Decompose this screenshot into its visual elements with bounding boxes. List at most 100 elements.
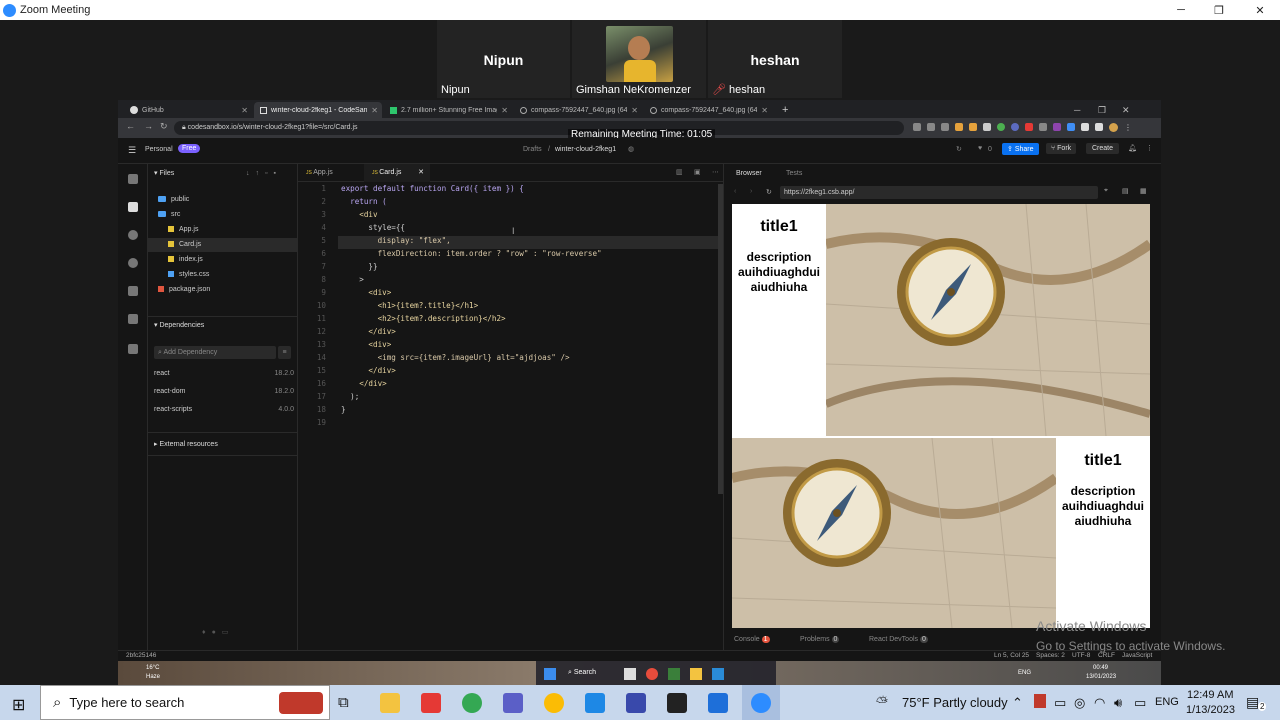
profile-avatar[interactable] xyxy=(1109,123,1118,132)
close-tab-icon[interactable]: ✕ xyxy=(501,106,508,115)
code-line[interactable]: export default function Card({ item }) { xyxy=(341,184,524,193)
devtools-tab[interactable]: React DevTools 0 xyxy=(869,636,928,643)
app-icon[interactable] xyxy=(421,693,441,713)
browser-tab[interactable]: compass-7592447_640.jpg (640... ✕ xyxy=(514,102,642,118)
taskbar-date[interactable]: 1/13/2023 xyxy=(1186,704,1235,716)
star-icon[interactable] xyxy=(941,123,949,131)
preview-iframe[interactable]: title1 description auihdiuaghdui aiudhiu… xyxy=(732,204,1150,628)
maximize-button[interactable]: ❐ xyxy=(1199,0,1239,20)
tab-app-js[interactable]: JS App.js xyxy=(298,164,362,182)
extension-icon[interactable] xyxy=(1067,123,1075,131)
menu-icon[interactable]: ☰ xyxy=(128,145,136,156)
file-icon[interactable] xyxy=(128,202,138,212)
vscode-icon[interactable] xyxy=(712,668,724,680)
tab-card-js[interactable]: JS Card.js ✕ xyxy=(364,164,430,182)
zoom-taskbar-button[interactable] xyxy=(742,685,780,720)
taskbar-language[interactable]: ENG xyxy=(1155,696,1179,708)
close-tab-icon[interactable]: ✕ xyxy=(241,106,248,115)
file-explorer-icon[interactable] xyxy=(380,693,400,713)
code-line[interactable]: </div> xyxy=(341,366,395,375)
minimize-button[interactable]: ─ xyxy=(1161,0,1201,20)
code-line[interactable]: return ( xyxy=(341,197,387,206)
close-tab-icon[interactable]: ✕ xyxy=(418,164,424,182)
windows-start-icon[interactable]: ⊞ xyxy=(12,695,25,715)
rocket-icon[interactable] xyxy=(128,314,138,324)
external-resources-header[interactable]: ▸ External resources xyxy=(154,438,218,452)
code-line[interactable]: style={{ xyxy=(341,223,405,232)
puzzle-icon[interactable] xyxy=(1081,123,1089,131)
tray-icon[interactable]: ▭ xyxy=(1054,695,1066,711)
extension-icon[interactable] xyxy=(997,123,1005,131)
windows-start-icon[interactable] xyxy=(544,668,556,680)
split-editor-icon[interactable]: ▥ xyxy=(676,168,683,176)
github-icon[interactable] xyxy=(128,286,138,296)
tray-icon[interactable] xyxy=(1034,694,1046,708)
code-line[interactable]: <div> xyxy=(341,340,391,349)
tree-item-card-js[interactable]: Card.js xyxy=(148,238,298,252)
search-icon[interactable] xyxy=(128,230,138,240)
sandbox-name[interactable]: winter-cloud-2fkeg1 xyxy=(555,146,616,153)
taskbar-time[interactable]: 12:49 AM xyxy=(1187,689,1233,701)
close-tab-icon[interactable]: ✕ xyxy=(761,106,768,115)
app-icon[interactable] xyxy=(668,668,680,680)
code-line[interactable]: } xyxy=(341,405,346,414)
gear-icon[interactable] xyxy=(128,258,138,268)
participant-tile-gimshan[interactable]: Gimshan NeKromenzer xyxy=(572,20,706,98)
encoding[interactable]: UTF-8 xyxy=(1072,652,1090,659)
social-icons[interactable]: ♦●▭ xyxy=(202,626,234,640)
file-actions[interactable]: ↓↑▫▪ xyxy=(246,167,282,181)
dependency-menu-icon[interactable]: ≡ xyxy=(278,346,291,359)
code-line[interactable]: </div> xyxy=(341,327,395,336)
wifi-icon[interactable]: ◠ xyxy=(1094,695,1105,711)
terminal-icon[interactable] xyxy=(667,693,687,713)
create-button[interactable]: Create xyxy=(1086,143,1120,154)
code-line[interactable]: ); xyxy=(341,392,359,401)
extension-icon[interactable] xyxy=(1011,123,1019,131)
folder-icon[interactable] xyxy=(690,668,702,680)
battery-icon[interactable]: ▭ xyxy=(1134,695,1146,711)
console-tab[interactable]: Console 1 xyxy=(734,636,770,643)
new-tab-button[interactable]: + xyxy=(776,102,792,118)
show-hidden-icons[interactable]: ⌃ xyxy=(1012,695,1023,711)
crosshair-icon[interactable]: ⌖ xyxy=(1104,187,1108,195)
bell-icon[interactable]: 🔔︎ xyxy=(1128,144,1137,152)
dependency-row[interactable]: react-dom 18.2.0 xyxy=(154,385,294,399)
new-window-icon[interactable]: ▦ xyxy=(1140,187,1147,195)
tab-tests[interactable]: Tests xyxy=(786,170,802,177)
refresh-icon[interactable]: ↻ xyxy=(956,145,962,153)
extension-icon[interactable] xyxy=(927,123,935,131)
browser-restore-icon[interactable]: ❐ xyxy=(1092,102,1108,118)
tab-browser[interactable]: Browser xyxy=(736,170,762,177)
layout-icon[interactable]: ▣ xyxy=(694,168,701,176)
inner-search[interactable]: ⌕ Search xyxy=(568,669,596,677)
extension-icon[interactable] xyxy=(913,123,921,131)
vscode-icon[interactable] xyxy=(708,693,728,713)
taskbar-search-box[interactable]: ⌕ Type here to search xyxy=(40,685,330,720)
code-line[interactable]: <img src={item?.imageUrl} alt="ajdjoas" … xyxy=(341,353,570,362)
preview-url-input[interactable]: https://2fkeg1.csb.app/ xyxy=(780,186,1098,199)
code-line[interactable]: </div> xyxy=(341,379,386,388)
forward-icon[interactable]: → xyxy=(144,121,153,131)
extension-icon[interactable] xyxy=(1053,123,1061,131)
sidepanel-icon[interactable] xyxy=(1095,123,1103,131)
notifications-icon[interactable]: ▤ xyxy=(1246,694,1259,711)
task-view-icon[interactable] xyxy=(624,668,636,680)
language-mode[interactable]: JavaScript xyxy=(1122,652,1152,659)
dependency-row[interactable]: react 18.2.0 xyxy=(154,367,294,381)
code-line[interactable]: <h1>{item?.title}</h1> xyxy=(341,301,479,310)
code-line[interactable]: display: "flex", xyxy=(341,236,451,245)
reload-icon[interactable]: ↻ xyxy=(766,188,772,196)
breadcrumb-folder[interactable]: Drafts xyxy=(523,146,542,153)
code-line[interactable]: flexDirection: item.order ? "row" : "row… xyxy=(341,249,602,258)
browser-minimize-icon[interactable]: ─ xyxy=(1068,102,1084,118)
tree-item-src[interactable]: src xyxy=(158,208,298,222)
more-icon[interactable]: ⋯ xyxy=(712,168,719,176)
extension-icon[interactable] xyxy=(983,123,991,131)
back-icon[interactable]: ‹ xyxy=(734,188,736,195)
tree-item-index-js[interactable]: index.js xyxy=(168,253,298,267)
users-icon[interactable] xyxy=(128,344,138,354)
back-icon[interactable]: ← xyxy=(126,121,135,131)
chrome-icon[interactable] xyxy=(462,693,482,713)
tree-item-public[interactable]: public xyxy=(158,193,298,207)
weather-icon[interactable]: ⛅︎ xyxy=(876,694,888,711)
